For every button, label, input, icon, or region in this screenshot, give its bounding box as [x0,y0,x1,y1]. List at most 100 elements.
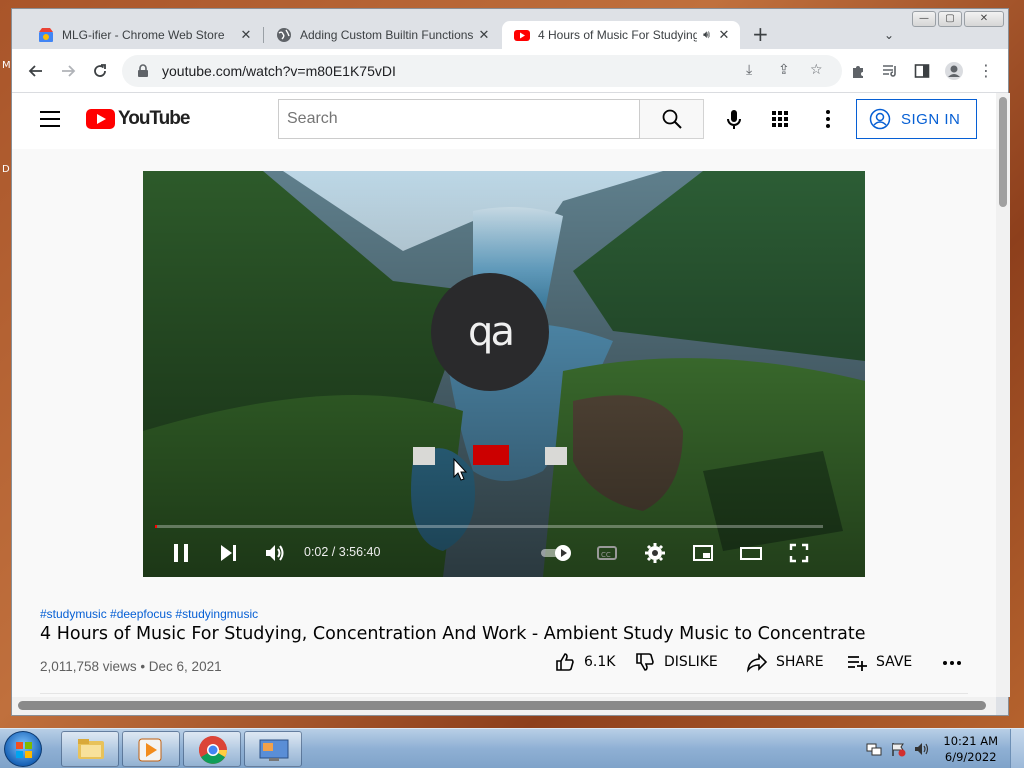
playlist-add-icon [848,656,867,671]
like-button[interactable]: 6.1K [554,651,615,673]
microphone-icon [727,110,741,129]
chrome-web-store-icon [39,28,53,42]
window-controls: — ▢ ✕ [912,11,1004,27]
address-bar[interactable]: youtube.com/watch?v=m80E1K75vDI ⤓ ⇪ ☆ [122,55,842,87]
like-count: 6.1K [584,654,616,670]
vertical-scrollbar[interactable] [996,93,1010,697]
action-center-flag-icon[interactable] [890,741,906,757]
tab-title: 4 Hours of Music For Studying [538,28,698,42]
side-panel-icon[interactable] [910,59,934,83]
volume-icon[interactable] [263,541,287,565]
pause-icon[interactable] [169,541,193,565]
forward-icon[interactable] [56,59,80,83]
search-icon [662,109,682,129]
browser-toolbar: youtube.com/watch?v=m80E1K75vDI ⤓ ⇪ ☆ ⋮ [12,49,1008,93]
chrome-icon[interactable] [183,731,241,767]
close-button[interactable]: ✕ [964,11,1004,27]
network-icon[interactable] [866,741,882,757]
progress-fill [155,525,157,528]
voice-search-button[interactable] [718,103,750,135]
next-video-icon[interactable] [217,541,241,565]
apps-grid-icon[interactable] [768,107,792,131]
reload-icon[interactable] [88,59,112,83]
thumbs-up-icon [556,653,574,671]
more-horizontal-icon [943,661,961,665]
views-and-date: 2,011,758 views • Dec 6, 2021 [40,659,222,674]
horizontal-scrollbar[interactable] [12,697,996,715]
windows-taskbar: 10:21 AM 6/9/2022 [0,728,1024,768]
thumbs-down-icon [636,653,654,671]
close-tab-icon[interactable]: ✕ [476,27,492,43]
fullscreen-icon[interactable] [787,541,811,565]
settings-more-icon[interactable] [816,107,840,131]
desktop-icon-label: D [2,164,10,175]
save-label: SAVE [876,654,913,670]
chrome-window: MLG-ifier - Chrome Web Store ✕ Adding Cu… [11,8,1010,716]
share-page-icon[interactable]: ⇪ [778,62,790,78]
search-button[interactable] [640,99,704,139]
youtube-logo-text: YouTube [118,108,190,129]
clock-date: 6/9/2022 [944,750,997,764]
miniplayer-icon[interactable] [691,541,715,565]
youtube-page: YouTube Search SIGN IN qa 0:02 / 3:56:40… [12,93,996,697]
autoplay-toggle[interactable] [539,541,575,565]
share-arrow-icon [746,653,768,673]
new-tab-button[interactable]: + [752,24,769,44]
dislike-button[interactable]: DISLIKE [634,651,718,673]
save-button[interactable]: SAVE [846,651,912,673]
chrome-menu-icon[interactable]: ⋮ [974,59,998,83]
sign-in-button[interactable]: SIGN IN [856,99,977,139]
desktop-icon-label: M [2,60,11,71]
tab-mlg-ifier[interactable]: MLG-ifier - Chrome Web Store ✕ [26,21,262,49]
account-circle-icon [869,108,891,130]
start-button[interactable] [4,731,42,767]
minimize-button[interactable]: — [912,11,936,27]
url-text[interactable]: youtube.com/watch?v=m80E1K75vDI [162,63,396,79]
close-tab-icon[interactable]: ✕ [716,27,732,43]
maximize-button[interactable]: ▢ [938,11,962,27]
clock-time: 10:21 AM [943,734,998,748]
more-actions-button[interactable] [940,651,972,675]
remote-desktop-icon[interactable] [244,731,302,767]
back-icon[interactable] [24,59,48,83]
extensions-puzzle-icon[interactable] [846,59,870,83]
tab-youtube-active[interactable]: 4 Hours of Music For Studying 🔊︎ ✕ [502,21,740,49]
media-control-icon[interactable] [878,59,902,83]
bookmark-star-icon[interactable]: ☆ [810,62,823,78]
player-controls: 0:02 / 3:56:40 CC [143,535,865,571]
volume-tray-icon[interactable] [914,741,930,757]
settings-gear-icon[interactable] [643,541,667,565]
lock-icon[interactable] [136,64,150,78]
globe-icon [277,28,291,42]
close-tab-icon[interactable]: ✕ [238,27,254,43]
progress-bar[interactable] [155,525,823,528]
share-label: SHARE [776,654,824,670]
scrollbar-thumb[interactable] [999,97,1007,207]
youtube-play-logo-icon [86,109,115,129]
install-app-icon[interactable]: ⤓ [746,62,752,78]
video-hashtags[interactable]: #studymusic #deepfocus #studyingmusic [40,607,258,621]
tab-custom-builtin[interactable]: Adding Custom Builtin Functions ✕ [264,21,500,49]
speaker-icon[interactable]: 🔊︎ [703,29,710,42]
theater-mode-icon[interactable] [739,541,763,565]
hamburger-menu-icon[interactable] [40,111,60,127]
tab-title: MLG-ifier - Chrome Web Store [62,28,225,42]
sign-in-label: SIGN IN [901,110,961,128]
svg-text:CC: CC [601,551,611,559]
captions-icon[interactable]: CC [595,541,619,565]
share-button[interactable]: SHARE [746,651,824,673]
show-desktop-button[interactable] [1010,729,1024,768]
tab-strip: MLG-ifier - Chrome Web Store ✕ Adding Cu… [12,9,1008,49]
tab-search-chevron-icon[interactable]: ⌄ [884,28,894,42]
youtube-header: YouTube Search SIGN IN [12,93,996,149]
profile-avatar-icon[interactable] [942,59,966,83]
youtube-logo[interactable]: YouTube [86,108,190,130]
search-input[interactable] [278,99,640,139]
channel-overlay-logo: qa [431,273,549,391]
system-clock[interactable]: 10:21 AM 6/9/2022 [943,733,998,765]
media-player-icon[interactable] [122,731,180,767]
explorer-icon[interactable] [61,731,119,767]
section-divider [40,693,968,694]
scrollbar-thumb[interactable] [18,701,986,710]
video-player[interactable]: qa 0:02 / 3:56:40 CC [143,171,865,577]
